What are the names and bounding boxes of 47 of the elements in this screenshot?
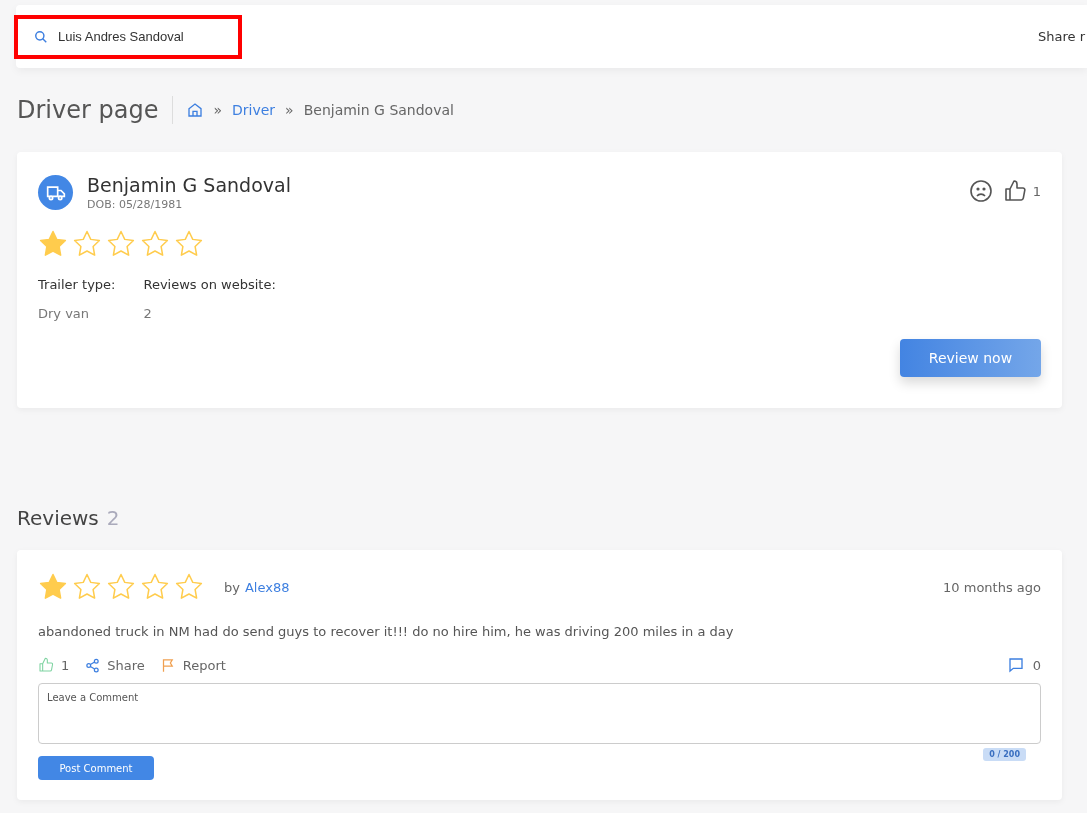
author-link[interactable]: Alex88 [244,579,290,595]
review-time: 10 months ago [943,579,1041,595]
field-value: Dry van [38,306,91,321]
comment-field[interactable]: Leave a Comment [38,683,1041,744]
review-text: abandoned truck in NM had do send guys to recover it!!! do no hire him, he was driving 200 miles in a day [38,624,735,639]
field-value: 2 [143,306,153,321]
driver-dob: DOB: 05/28/1981 [87,198,184,211]
by-label: by [224,579,240,595]
like-count: 1 [61,657,70,673]
driver-name: Benjamin G Sandoval [87,174,291,196]
sad-face-icon[interactable] [968,179,993,203]
breadcrumb-separator: » [213,102,222,118]
field-label: Trailer type: [38,277,116,292]
star-icon [174,229,204,259]
review-now-button[interactable]: Review now [900,339,1041,377]
review-count: 2 [106,506,120,530]
search-icon [34,29,48,44]
character-counter: 0 / 200 [983,748,1026,761]
breadcrumb-link[interactable]: Driver [232,102,276,118]
star-icon [72,229,102,259]
star-icon [140,229,170,259]
star-icon [174,572,204,602]
field-label: Reviews on website: [143,277,276,292]
search-field[interactable]: Luis Andres Sandoval [58,29,218,44]
star-icon [140,572,170,602]
flag-icon [160,657,176,673]
page-title: Driver page [17,96,174,124]
comment-icon[interactable] [1007,657,1024,673]
truck-avatar [38,175,73,210]
current-page-label: Benjamin G Sandoval [303,102,454,118]
home-icon[interactable] [187,102,204,118]
comment-count: 0 [1032,657,1041,673]
star-icon [106,229,136,259]
star-icon [72,572,102,602]
post-comment-button[interactable]: Post Comment [38,756,154,780]
star-icon [38,229,68,259]
section-title: Reviews [17,506,99,530]
star-icon [38,572,68,602]
share-icon [85,657,101,673]
report-link[interactable]: Report [160,657,226,673]
like-count: 1 [1032,183,1041,199]
breadcrumb-separator: » [285,102,294,118]
share-link[interactable]: Share r [1038,29,1085,44]
share-link[interactable]: Share [85,657,145,673]
thumbs-up-icon[interactable] [1002,179,1027,203]
thumbs-up-icon[interactable] [38,657,54,673]
star-icon [106,572,136,602]
